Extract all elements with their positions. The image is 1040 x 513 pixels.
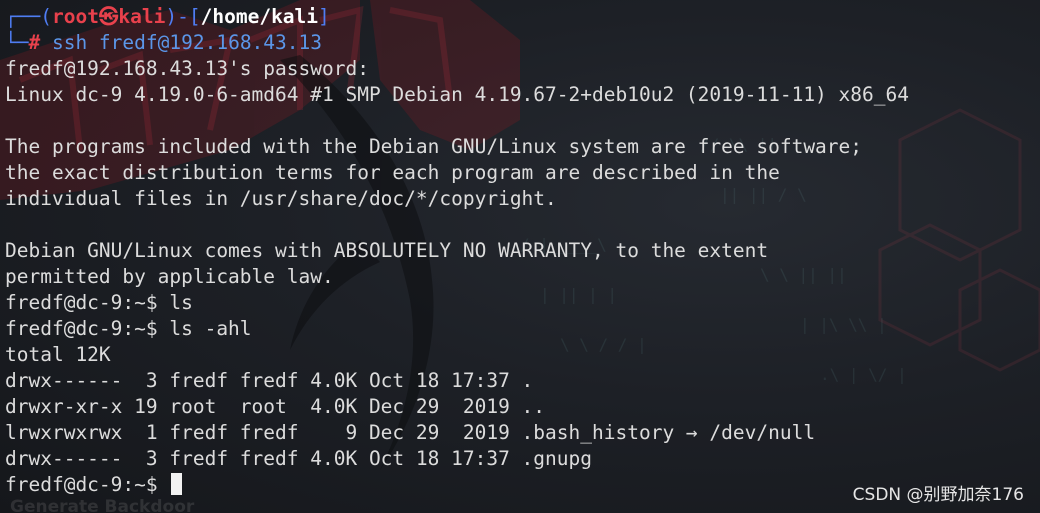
output-line: lrwxrwxrwx 1 fredf fredf 9 Dec 29 2019 .… (5, 421, 816, 444)
output-line: drwx------ 3 fredf fredf 4.0K Oct 18 17:… (5, 447, 592, 470)
output-line: Linux dc-9 4.19.0-6-amd64 #1 SMP Debian … (5, 83, 909, 106)
output-line: permitted by applicable law. (5, 265, 334, 288)
prompt-command-line: └─# ssh fredf@192.168.43.13 (5, 30, 1035, 56)
output-line: individual files in /usr/share/doc/*/cop… (5, 187, 557, 210)
text-cursor[interactable] (171, 473, 183, 495)
wallpaper-caption: Generate Backdoor (10, 497, 195, 513)
output-line: the exact distribution terms for each pr… (5, 161, 780, 184)
prompt-header-line: ┌──(root㉿kali)-[/home/kali] (5, 4, 1035, 30)
current-prompt: fredf@dc-9:~$ (5, 473, 170, 496)
output-line: fredf@dc-9:~$ ls (5, 291, 193, 314)
output-line: fredf@dc-9:~$ ls -ahl (5, 317, 252, 340)
prompt-hash: # (28, 31, 41, 54)
output-line: drwx------ 3 fredf fredf 4.0K Oct 18 17:… (5, 369, 534, 392)
prompt-sep: )-[ (165, 5, 201, 28)
terminal-window[interactable]: / |_____\ | || | | \ \ / / | // \\ || ||… (0, 0, 1040, 513)
output-line: drwxr-xr-x 19 root root 4.0K Dec 29 2019… (5, 395, 546, 418)
output-line: The programs included with the Debian GN… (5, 135, 863, 158)
csdn-watermark: CSDN @别野加奈176 (852, 485, 1024, 505)
prompt-command: ssh fredf@192.168.43.13 (40, 31, 322, 54)
prompt-user-host: root㉿kali (51, 5, 166, 28)
output-line: Debian GNU/Linux comes with ABSOLUTELY N… (5, 239, 769, 262)
output-line: fredf@192.168.43.13's password: (5, 57, 369, 80)
prompt-box-top: ┌──( (5, 5, 52, 28)
prompt-box-bottom: └─ (5, 31, 29, 54)
terminal-output: ┌──(root㉿kali)-[/home/kali] └─# ssh fred… (5, 4, 1035, 498)
output-line: total 12K (5, 343, 111, 366)
prompt-close: ] (318, 5, 330, 28)
prompt-path: /home/kali (200, 5, 319, 28)
